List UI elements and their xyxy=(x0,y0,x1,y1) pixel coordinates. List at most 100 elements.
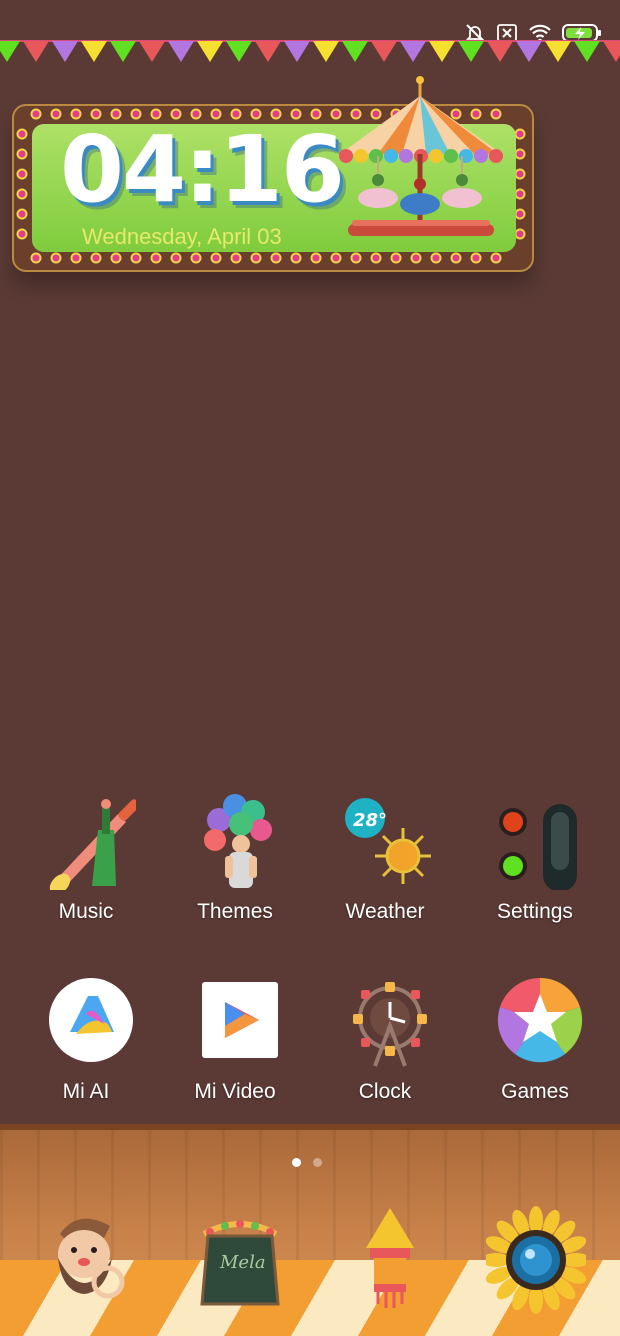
bunting-flag xyxy=(458,41,484,62)
marquee-light xyxy=(50,252,62,264)
marquee-light xyxy=(390,252,402,264)
marquee-light xyxy=(16,148,28,160)
app-label: Music xyxy=(58,900,114,923)
clock-widget[interactable]: 04:16 Wednesday, April 03 xyxy=(12,76,534,272)
app-label: Games xyxy=(501,1080,569,1103)
marquee-light xyxy=(514,188,526,200)
bunting-flag xyxy=(0,41,20,62)
app-mi-video[interactable]: Mi Video xyxy=(160,970,310,1110)
valance-scallop xyxy=(474,149,488,163)
bunting-flag xyxy=(371,41,397,62)
app-weather[interactable]: 28° Weather xyxy=(310,790,460,930)
page-dot-1[interactable] xyxy=(292,1158,301,1167)
app-label: Clock xyxy=(358,1080,412,1103)
bunting-flag xyxy=(487,41,513,62)
bunting-flag xyxy=(516,41,542,62)
valance-scallop xyxy=(339,149,353,163)
bunting-flag xyxy=(110,41,136,62)
marquee-light xyxy=(330,252,342,264)
marquee-light xyxy=(130,252,142,264)
bunting-flag xyxy=(81,41,107,62)
app-themes[interactable]: Themes xyxy=(160,790,310,930)
marquee-light xyxy=(270,252,282,264)
bunting-flag xyxy=(226,41,252,62)
app-mi-ai[interactable]: Mi AI xyxy=(11,970,161,1110)
lantern-icon[interactable] xyxy=(340,1204,440,1314)
marquee-light xyxy=(450,252,462,264)
app-games[interactable]: Games xyxy=(460,970,610,1110)
marquee-light xyxy=(370,252,382,264)
bunting-flag xyxy=(342,41,368,62)
bunting-flag xyxy=(255,41,281,62)
mela-board-icon[interactable]: Mela xyxy=(190,1204,290,1314)
marquee-light xyxy=(514,228,526,240)
balloon-seller-icon xyxy=(204,794,272,888)
marquee-light xyxy=(410,252,422,264)
marquee-light xyxy=(430,252,442,264)
bunting-flag xyxy=(429,41,455,62)
marquee-light xyxy=(514,208,526,220)
ferris-wheel-icon xyxy=(353,982,427,1067)
marquee-light xyxy=(290,252,302,264)
dock-edge xyxy=(0,1124,620,1130)
bunting-flag xyxy=(197,41,223,62)
dock: Mela xyxy=(0,1124,620,1336)
marquee-light xyxy=(90,252,102,264)
marquee-light xyxy=(16,208,28,220)
marquee-light xyxy=(16,128,28,140)
traffic-light-toggle-icon xyxy=(499,804,577,890)
bunting-flag xyxy=(23,41,49,62)
marquee-light xyxy=(16,168,28,180)
star-icon xyxy=(497,977,583,1063)
marquee-light xyxy=(30,252,42,264)
app-music[interactable]: Music xyxy=(11,790,161,930)
bunting-decoration xyxy=(0,40,620,62)
sunflower-petal xyxy=(529,1206,543,1234)
app-label: Weather xyxy=(345,900,425,923)
app-clock[interactable]: Clock xyxy=(310,970,460,1110)
marquee-light xyxy=(150,252,162,264)
status-bar xyxy=(0,0,620,43)
marquee-light xyxy=(16,228,28,240)
valance-scallop xyxy=(399,149,413,163)
bearded-man-phone-icon[interactable] xyxy=(40,1204,140,1314)
marquee-light xyxy=(490,252,502,264)
valance-scallop xyxy=(369,149,383,163)
app-label: Settings xyxy=(497,900,573,923)
marquee-light xyxy=(514,168,526,180)
mela-text: Mela xyxy=(219,1252,266,1273)
sunflower-camera-icon[interactable] xyxy=(486,1204,586,1314)
valance-scallop xyxy=(489,149,503,163)
bunting-flag xyxy=(52,41,78,62)
bunting-flag xyxy=(313,41,339,62)
marquee-light xyxy=(514,128,526,140)
bunting-flag xyxy=(168,41,194,62)
marquee-light xyxy=(310,252,322,264)
marquee-light xyxy=(210,252,222,264)
clock-time: 04:16 xyxy=(60,116,345,223)
play-icon xyxy=(202,982,278,1058)
page-indicator[interactable] xyxy=(292,1158,322,1167)
app-label: Mi AI xyxy=(62,1080,110,1103)
weather-temp-badge: 28° xyxy=(353,810,387,831)
valance-scallop xyxy=(429,149,443,163)
app-label: Mi Video xyxy=(194,1080,276,1103)
bunting-flag xyxy=(284,41,310,62)
marquee-light xyxy=(190,252,202,264)
marquee-light xyxy=(230,252,242,264)
marquee-light xyxy=(514,148,526,160)
bunting-flag xyxy=(574,41,600,62)
app-settings[interactable]: Settings xyxy=(460,790,610,930)
carousel-icon xyxy=(339,76,503,236)
marquee-light xyxy=(350,252,362,264)
clock-date: Wednesday, April 03 xyxy=(82,224,282,249)
vuvuzela-icon xyxy=(49,799,136,890)
marquee-light xyxy=(170,252,182,264)
page-dot-2[interactable] xyxy=(313,1158,322,1167)
valance-scallop xyxy=(444,149,458,163)
app-label: Themes xyxy=(197,900,273,923)
marquee-light xyxy=(30,108,42,120)
bunting-flag xyxy=(400,41,426,62)
mi-ai-icon xyxy=(49,978,133,1062)
valance-scallop xyxy=(354,149,368,163)
